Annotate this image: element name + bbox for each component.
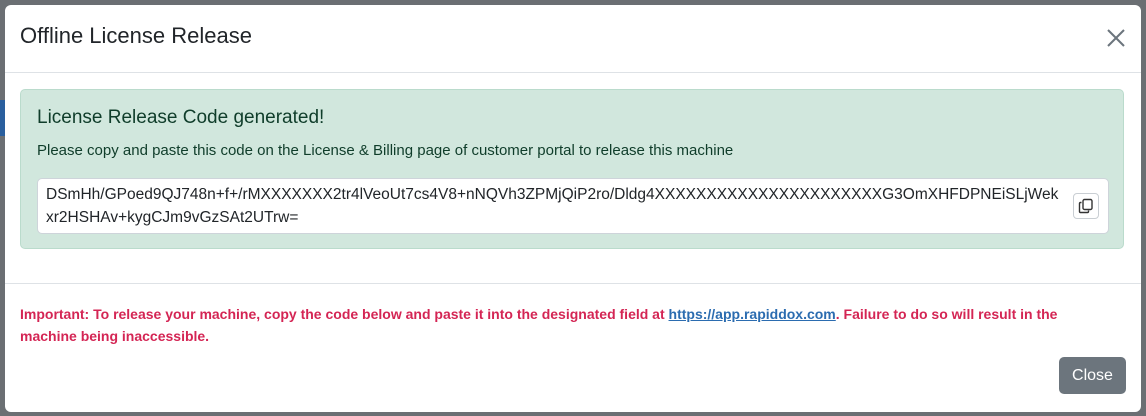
copy-icon	[1078, 198, 1093, 214]
rapiddox-link[interactable]: https://app.rapiddox.com	[669, 306, 836, 322]
modal-footer: Important: To release your machine, copy…	[5, 284, 1141, 412]
offline-license-release-modal: Offline License Release License Release …	[5, 5, 1141, 412]
modal-header: Offline License Release	[5, 5, 1141, 73]
release-code-text[interactable]: DSmHh/GPoed9QJ748n+f+/rMXXXXXXX2tr4lVeoU…	[46, 183, 1066, 229]
success-alert: License Release Code generated! Please c…	[20, 89, 1124, 249]
important-label: Important:	[20, 306, 90, 322]
close-button[interactable]: Close	[1059, 357, 1126, 394]
alert-heading: License Release Code generated!	[37, 107, 325, 128]
modal-body: License Release Code generated! Please c…	[5, 73, 1141, 284]
close-icon[interactable]	[1103, 25, 1129, 51]
alert-instructions: Please copy and paste this code on the L…	[37, 142, 734, 159]
important-notice: Important: To release your machine, copy…	[20, 303, 1110, 347]
modal-title: Offline License Release	[20, 23, 252, 48]
release-code-box[interactable]: DSmHh/GPoed9QJ748n+f+/rMXXXXXXX2tr4lVeoU…	[37, 178, 1109, 234]
copy-button[interactable]	[1073, 193, 1099, 219]
important-text-part-1: To release your machine, copy the code b…	[89, 306, 669, 322]
